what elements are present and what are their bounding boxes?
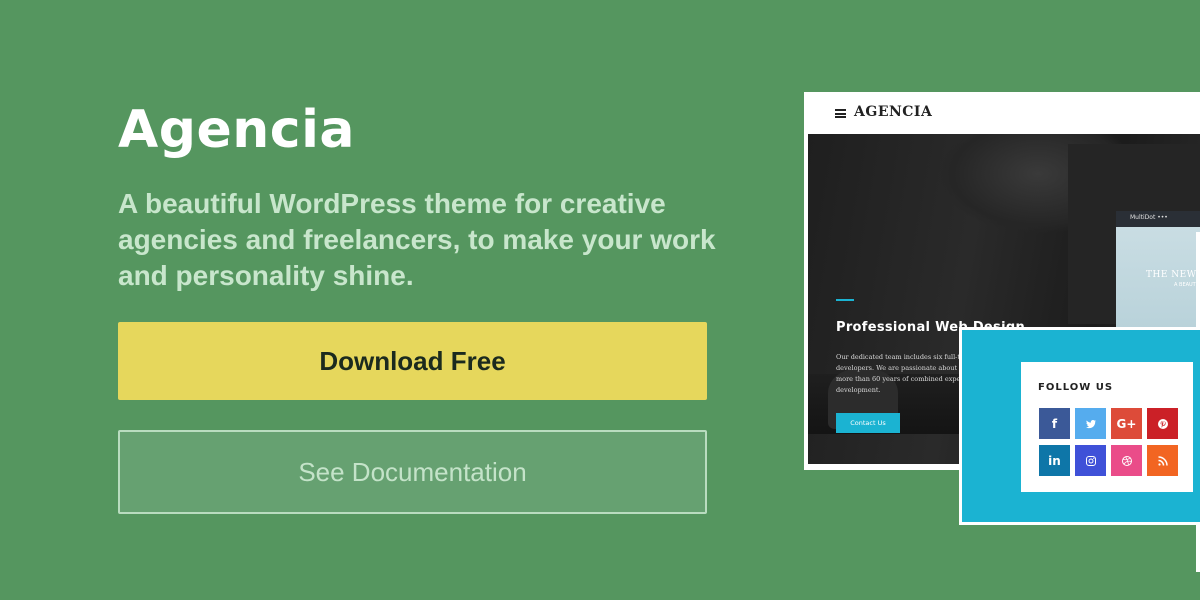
- dribbble-icon: [1111, 445, 1142, 476]
- secondary-topbar-label: MultiDot •••: [1130, 214, 1168, 221]
- pinterest-icon: [1147, 408, 1178, 439]
- preview-brand: AGENCIA: [854, 104, 933, 120]
- theme-preview-follow: FOLLOW US f G+ in: [959, 327, 1200, 525]
- google-plus-icon: G+: [1111, 408, 1142, 439]
- secondary-topbar: MultiDot •••: [1116, 211, 1200, 227]
- instagram-icon: [1075, 445, 1106, 476]
- hero-tagline: A beautiful WordPress theme for creative…: [118, 188, 716, 291]
- social-icons-grid: f G+ in: [1039, 408, 1178, 476]
- follow-us-title: FOLLOW US: [1038, 382, 1114, 393]
- download-free-button[interactable]: Download Free: [118, 322, 707, 400]
- theme-preview-secondary: MultiDot ••• THE NEW A BEAUT: [1116, 211, 1200, 341]
- contact-us-button: Contact Us: [836, 413, 900, 433]
- preview-header: AGENCIA: [804, 92, 1200, 134]
- hamburger-menu-icon: [835, 109, 846, 118]
- hero-title: Agencia: [118, 100, 355, 160]
- follow-us-widget: FOLLOW US f G+ in: [1021, 362, 1193, 492]
- linkedin-icon: in: [1039, 445, 1070, 476]
- secondary-headline: THE NEW: [1146, 270, 1197, 280]
- facebook-icon: f: [1039, 408, 1070, 439]
- twitter-icon: [1075, 408, 1106, 439]
- rss-icon: [1147, 445, 1178, 476]
- heading-accent-line: [836, 299, 854, 301]
- secondary-hero: THE NEW A BEAUT: [1116, 227, 1200, 341]
- see-documentation-button[interactable]: See Documentation: [118, 430, 707, 514]
- secondary-subline: A BEAUT: [1174, 282, 1196, 288]
